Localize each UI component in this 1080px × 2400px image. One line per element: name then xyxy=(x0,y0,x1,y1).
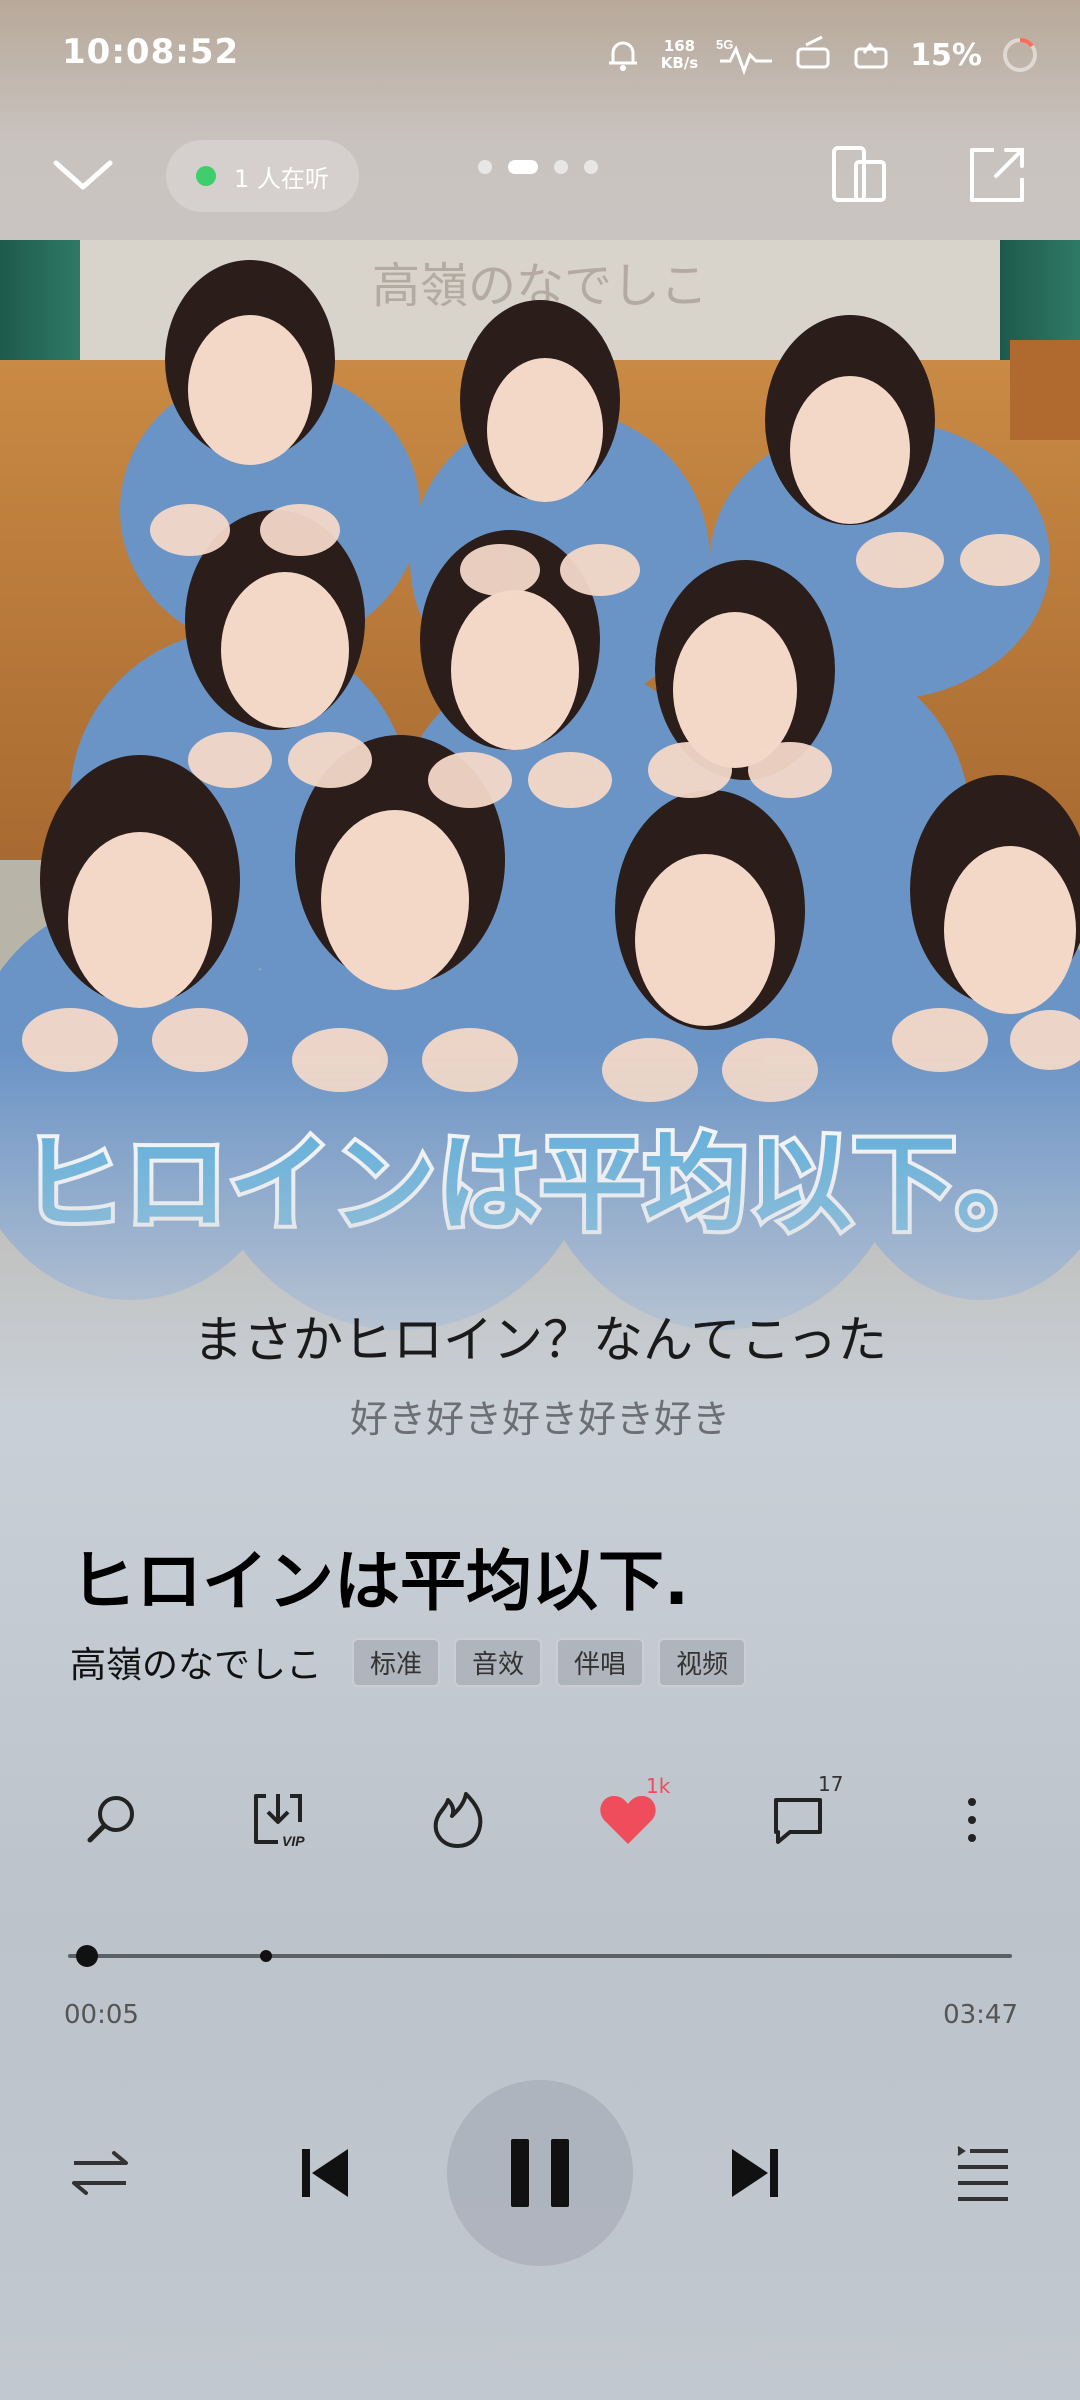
listeners-count: 1 人在听 xyxy=(234,164,329,193)
progress-knob[interactable] xyxy=(75,1945,98,1967)
shuffle-icon xyxy=(72,2151,128,2195)
device-switch-button[interactable] xyxy=(826,142,892,208)
next-icon xyxy=(732,2149,778,2197)
search-button[interactable] xyxy=(72,1780,152,1860)
previous-icon xyxy=(302,2149,348,2197)
share-icon xyxy=(970,148,1024,202)
current-time: 00:05 xyxy=(64,2000,139,2030)
page-dot xyxy=(584,160,598,174)
pause-button[interactable] xyxy=(447,2080,633,2266)
online-dot-icon xyxy=(196,166,216,186)
status-time: 10:08:52 xyxy=(62,32,240,72)
comment-icon xyxy=(774,1798,822,1844)
pause-icon xyxy=(511,2139,569,2207)
battery-icon xyxy=(854,42,888,69)
status-bar: 10:08:52 168 KB/s 5G 15% xyxy=(0,0,1080,110)
action-row: VIP 1k 17 xyxy=(0,1772,1080,1860)
collapse-button[interactable] xyxy=(48,145,118,205)
artwork-logo: ヒロインは平均以下。 xyxy=(16,1119,1064,1249)
svg-text:5G: 5G xyxy=(716,37,733,52)
album-artwork[interactable]: 高嶺のなでしこ ヒロインは平均以下。 xyxy=(0,240,1080,1400)
playback-controls xyxy=(0,2080,1080,2266)
playlist-button[interactable] xyxy=(942,2133,1022,2213)
download-vip-icon: VIP xyxy=(254,1794,305,1849)
page-dot-active xyxy=(508,160,538,174)
flame-button[interactable] xyxy=(418,1780,498,1860)
buffer-marker xyxy=(260,1950,273,1962)
battery-saver-icon xyxy=(796,35,830,69)
more-icon xyxy=(968,1798,976,1842)
playlist-icon xyxy=(957,2146,1008,2201)
previous-button[interactable] xyxy=(284,2133,364,2213)
lyric-next-line[interactable]: 好き好き好き好き好き xyxy=(0,1388,1080,1443)
total-time: 03:47 xyxy=(943,2000,1018,2030)
wifi-signal-icon: 5G xyxy=(716,37,773,75)
listeners-pill[interactable]: 1 人在听 xyxy=(166,140,359,212)
svg-text:VIP: VIP xyxy=(282,1833,305,1849)
more-button[interactable] xyxy=(932,1780,1012,1860)
shuffle-button[interactable] xyxy=(60,2133,140,2213)
top-nav: 1 人在听 xyxy=(0,130,1080,220)
share-button[interactable] xyxy=(966,144,1028,206)
device-switch-icon xyxy=(832,146,886,202)
download-vip-button[interactable]: VIP xyxy=(238,1780,318,1860)
search-icon xyxy=(87,1796,134,1843)
net-speed: 168 KB/s xyxy=(660,37,699,72)
song-title: ヒロインは平均以下. xyxy=(70,1543,690,1620)
status-icons: 168 KB/s 5G 15% xyxy=(603,30,1040,80)
page-dot xyxy=(554,160,568,174)
battery-ring-icon xyxy=(1003,38,1037,72)
tag-video[interactable]: 视频 xyxy=(658,1637,747,1687)
like-button[interactable]: 1k xyxy=(588,1774,670,1860)
page-dot xyxy=(478,160,492,174)
next-button[interactable] xyxy=(716,2133,796,2213)
progress-track xyxy=(68,1954,1012,1958)
comment-count: 17 xyxy=(818,1772,844,1796)
tag-standard[interactable]: 标准 xyxy=(352,1637,441,1687)
artwork-image: 高嶺のなでしこ ヒロインは平均以下。 xyxy=(0,240,1080,1400)
comment-button[interactable]: 17 xyxy=(758,1772,843,1860)
battery-percent: 15% xyxy=(910,37,982,73)
song-meta: 高嶺のなでしこ 标准 音效 伴唱 视频 xyxy=(70,1636,747,1688)
collapse-icon xyxy=(53,160,113,190)
tag-sound-effect[interactable]: 音效 xyxy=(454,1637,543,1687)
like-count: 1k xyxy=(646,1774,671,1798)
progress-bar[interactable] xyxy=(68,1945,1012,1967)
tag-accompaniment[interactable]: 伴唱 xyxy=(556,1637,645,1687)
flame-icon xyxy=(433,1792,483,1848)
bell-icon xyxy=(608,41,637,71)
lyric-current-line[interactable]: まさかヒロイン？なんてこった xyxy=(0,1300,1080,1372)
artwork-overlay-title: ヒロインは平均以下。 xyxy=(20,1123,1060,1245)
artist-name[interactable]: 高嶺のなでしこ xyxy=(70,1636,322,1688)
page-indicator[interactable] xyxy=(478,160,598,174)
